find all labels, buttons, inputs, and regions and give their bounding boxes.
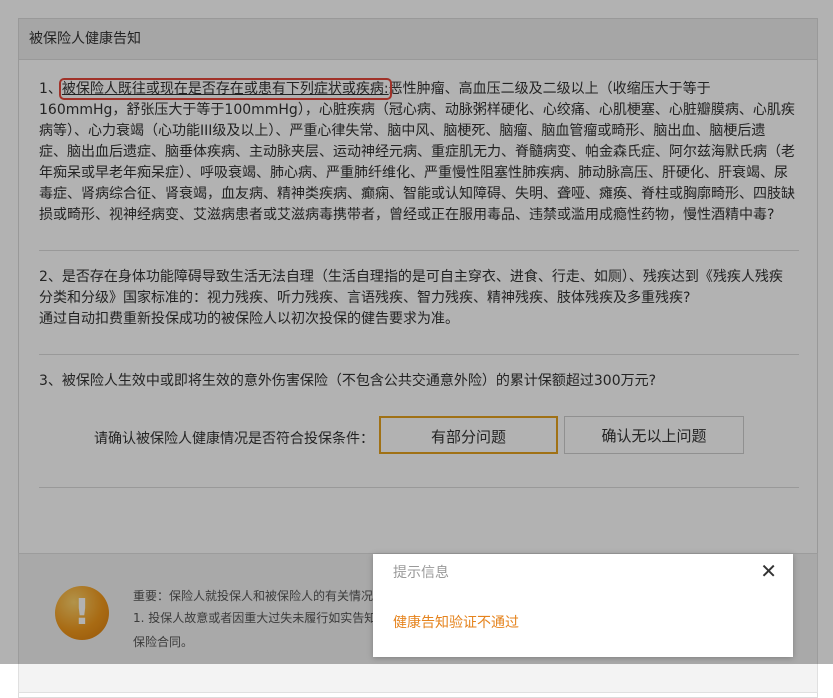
alert-dialog: 提示信息 ✕ 健康告知验证不通过 [373, 554, 793, 657]
dialog-message: 健康告知验证不通过 [393, 615, 519, 631]
dialog-title: 提示信息 [393, 565, 449, 581]
close-icon[interactable]: ✕ [760, 560, 777, 582]
